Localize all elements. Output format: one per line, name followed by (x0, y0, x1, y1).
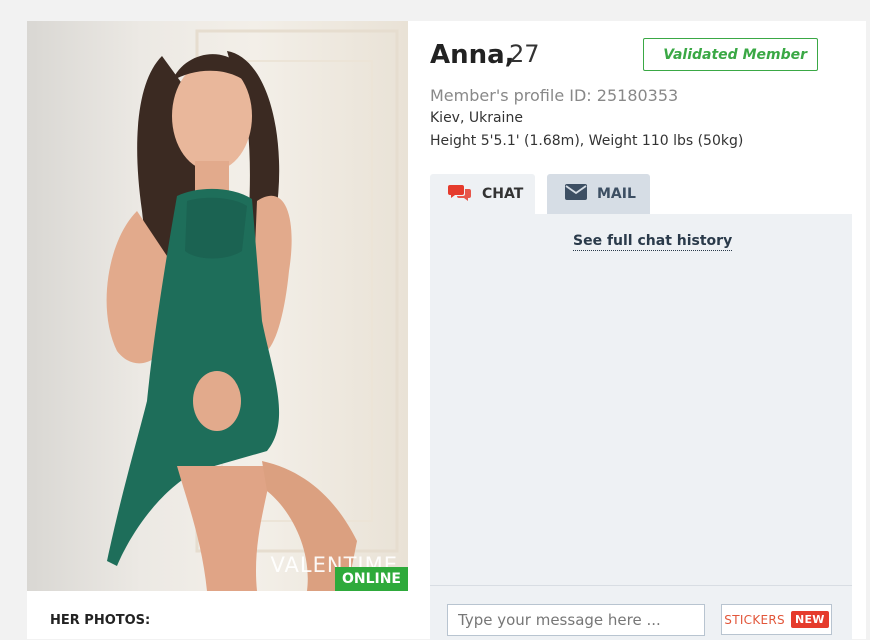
tab-mail[interactable]: MAIL (547, 174, 650, 214)
profile-photo[interactable]: VALENTIME ONLINE (27, 21, 408, 591)
stickers-button[interactable]: STICKERS NEW (721, 604, 832, 635)
new-badge: NEW (790, 611, 829, 628)
profile-id: Member's profile ID: 25180353 (430, 86, 679, 105)
tab-mail-label: MAIL (597, 186, 636, 202)
profile-location: Kiev, Ukraine (430, 110, 523, 126)
envelope-icon (565, 184, 587, 204)
profile-stats: Height 5'5.1' (1.68m), Weight 110 lbs (5… (430, 133, 744, 149)
photo-illustration (106, 29, 399, 591)
her-photos-heading: HER PHOTOS: (50, 613, 151, 628)
validated-member-badge: Validated Member (643, 38, 818, 71)
chat-panel (430, 214, 852, 585)
tab-chat[interactable]: CHAT (430, 174, 535, 214)
full-chat-history-link[interactable]: See full chat history (573, 233, 733, 251)
tab-chat-label: CHAT (482, 186, 524, 202)
profile-age: 27 (509, 40, 540, 68)
message-input[interactable] (447, 604, 705, 636)
chat-bubbles-icon (448, 182, 472, 206)
profile-name: Anna, (430, 40, 515, 70)
stickers-label: STICKERS (724, 612, 785, 627)
online-badge: ONLINE (334, 567, 408, 591)
